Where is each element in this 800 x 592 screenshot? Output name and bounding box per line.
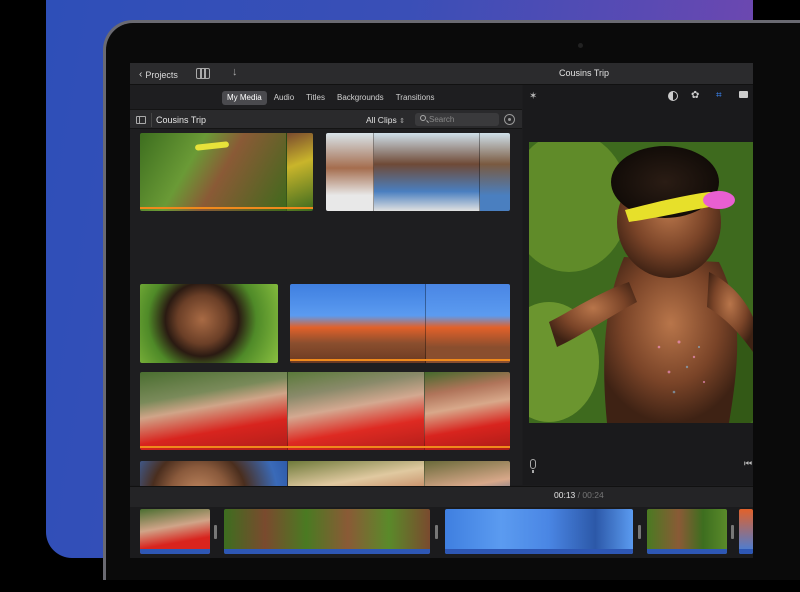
clip-handle[interactable] xyxy=(638,525,641,539)
tab-titles[interactable]: Titles xyxy=(301,91,330,105)
timeline-clip[interactable] xyxy=(647,509,727,554)
media-clip[interactable] xyxy=(140,284,278,363)
tab-backgrounds[interactable]: Backgrounds xyxy=(332,91,389,105)
clip-handle[interactable] xyxy=(435,525,438,539)
title-bar: ‹ Projects ↓ Cousins Trip xyxy=(130,63,753,85)
clips-filter-dropdown[interactable]: All Clips ⇕ xyxy=(366,115,405,125)
video-track xyxy=(130,507,753,558)
imovie-window: ‹ Projects ↓ Cousins Trip My Media Audio… xyxy=(130,63,753,558)
project-title: Cousins Trip xyxy=(559,68,610,78)
used-clip-bar xyxy=(140,207,313,209)
audio-waveform xyxy=(739,549,753,554)
search-input[interactable] xyxy=(429,113,497,126)
color-palette-icon[interactable]: ✿ xyxy=(691,90,699,101)
webcam-dot xyxy=(578,43,583,48)
media-clip[interactable] xyxy=(140,372,510,450)
used-clip-bar xyxy=(140,446,510,448)
updown-chevron-icon: ⇕ xyxy=(399,118,405,125)
event-title: Cousins Trip xyxy=(156,115,207,125)
color-balance-icon[interactable] xyxy=(668,91,678,101)
clip-handle[interactable] xyxy=(214,525,217,539)
timeline-clip[interactable] xyxy=(739,509,753,554)
preview-image xyxy=(529,142,753,423)
crop-icon[interactable]: ⌗ xyxy=(716,90,722,101)
projects-label: Projects xyxy=(145,69,178,80)
tab-transitions[interactable]: Transitions xyxy=(391,91,440,105)
timecode: 00:13 / 00:24 xyxy=(554,490,604,500)
current-time: 00:13 xyxy=(554,490,576,500)
timeline-clip[interactable] xyxy=(140,509,210,554)
clips-filter-label: All Clips xyxy=(366,115,397,125)
audio-waveform xyxy=(140,549,210,554)
media-clip[interactable] xyxy=(326,133,510,211)
used-clip-bar xyxy=(290,359,510,361)
media-clip[interactable] xyxy=(140,133,313,211)
magic-wand-icon[interactable]: ✶ xyxy=(529,91,537,102)
tab-audio[interactable]: Audio xyxy=(269,91,299,105)
microphone-icon[interactable] xyxy=(530,459,536,473)
search-icon xyxy=(420,115,426,121)
browser-tabs: My Media Audio Titles Backgrounds Transi… xyxy=(130,91,522,105)
total-time: 00:24 xyxy=(582,490,604,500)
time-separator: / xyxy=(577,490,581,500)
divider xyxy=(151,113,152,127)
audio-waveform xyxy=(445,549,633,554)
video-preview xyxy=(529,142,753,423)
timeline-clip[interactable] xyxy=(445,509,633,554)
chevron-left-icon: ‹ xyxy=(139,69,143,80)
clip-handle[interactable] xyxy=(731,525,734,539)
skip-back-icon[interactable]: ⏮ xyxy=(744,458,752,469)
download-arrow-icon[interactable]: ↓ xyxy=(232,66,238,78)
projects-back-button[interactable]: ‹ Projects xyxy=(139,67,178,82)
viewer-pane: ✶ ✿ ⌗ ⏮ xyxy=(523,85,753,485)
media-clip[interactable] xyxy=(290,284,510,363)
library-bar: Cousins Trip All Clips ⇕ xyxy=(130,109,522,129)
tab-my-media[interactable]: My Media xyxy=(222,91,267,105)
video-camera-icon[interactable] xyxy=(739,91,748,98)
media-browser: My Media Audio Titles Backgrounds Transi… xyxy=(130,85,522,539)
timeline: 00:13 / 00:24 xyxy=(130,486,753,558)
film-music-icon[interactable] xyxy=(196,68,210,79)
timeline-clip[interactable] xyxy=(224,509,430,554)
audio-waveform xyxy=(224,549,430,554)
sidebar-toggle-icon[interactable] xyxy=(136,116,146,124)
viewer-toolbar: ✶ ✿ ⌗ xyxy=(523,85,753,107)
search-box[interactable] xyxy=(415,113,499,126)
audio-waveform xyxy=(647,549,727,554)
gear-icon[interactable] xyxy=(504,114,515,125)
